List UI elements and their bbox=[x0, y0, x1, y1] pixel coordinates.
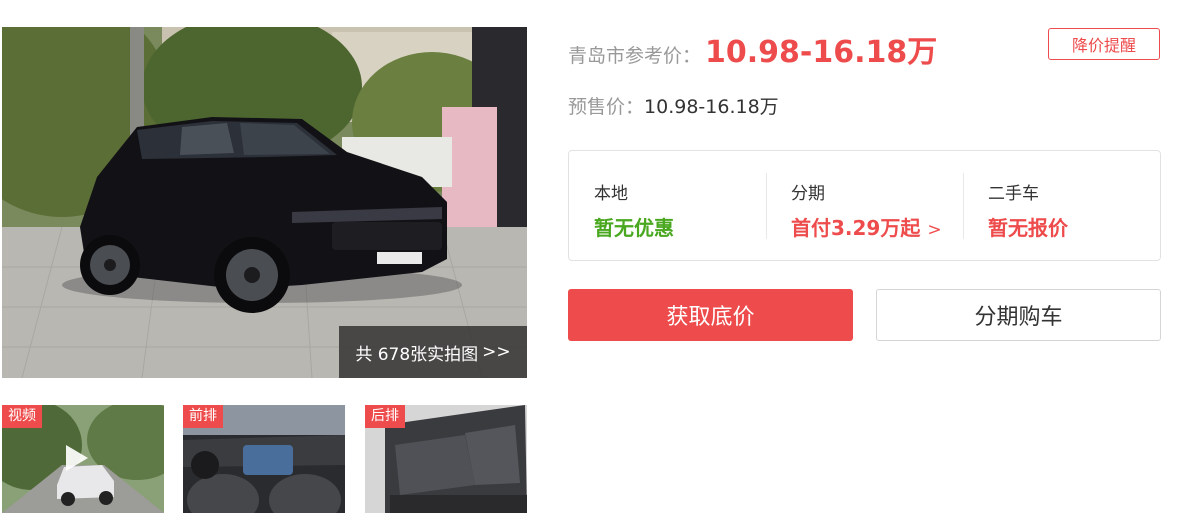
presale-price-value: 10.98-16.18万 bbox=[644, 96, 779, 118]
chevron-right-icon: > bbox=[927, 220, 942, 240]
thumbnail-front-seats[interactable]: 前排 bbox=[183, 405, 345, 513]
photo-count-link[interactable]: 共 678张实拍图 >> bbox=[339, 326, 527, 378]
offer-used-car: 二手车 暂无报价 bbox=[963, 151, 1160, 260]
thumbnail-rear-seats[interactable]: 后排 bbox=[365, 405, 527, 513]
double-chevron-right-icon: >> bbox=[482, 342, 511, 362]
offer-value-link[interactable]: 首付3.29万起 > bbox=[791, 212, 963, 241]
reference-price-label: 青岛市参考价： bbox=[568, 45, 702, 67]
offer-installment[interactable]: 分期 首付3.29万起 > bbox=[766, 151, 963, 260]
thumbnail-tag: 视频 bbox=[2, 405, 42, 428]
main-car-photo[interactable]: 共 678张实拍图 >> bbox=[2, 27, 527, 378]
reference-price-value: 10.98-16.18万 bbox=[705, 35, 938, 70]
offer-title: 二手车 bbox=[988, 184, 1039, 204]
offer-value: 暂无优惠 bbox=[594, 216, 674, 240]
play-icon[interactable] bbox=[66, 445, 88, 471]
thumbnail-video[interactable]: 视频 bbox=[2, 405, 164, 513]
thumbnail-tag: 后排 bbox=[365, 405, 405, 428]
installment-purchase-button[interactable]: 分期购车 bbox=[876, 289, 1161, 341]
get-lowest-price-button[interactable]: 获取底价 bbox=[568, 289, 853, 341]
offers-panel: 本地 暂无优惠 分期 首付3.29万起 > 二手车 暂无报价 bbox=[568, 150, 1161, 261]
price-drop-alert-button[interactable]: 降价提醒 bbox=[1048, 28, 1160, 60]
offer-title: 本地 bbox=[594, 184, 628, 204]
thumbnail-tag: 前排 bbox=[183, 405, 223, 428]
photo-count-label: 共 678张实拍图 bbox=[355, 344, 479, 365]
offer-value: 暂无报价 bbox=[988, 216, 1068, 240]
reference-price-row: 青岛市参考价： 10.98-16.18万 bbox=[568, 27, 937, 70]
offer-local: 本地 暂无优惠 bbox=[569, 151, 766, 260]
presale-price-row: 预售价：10.98-16.18万 bbox=[568, 92, 779, 119]
offer-value: 首付3.29万起 bbox=[791, 216, 921, 240]
offer-title: 分期 bbox=[791, 184, 825, 204]
presale-price-label: 预售价： bbox=[568, 96, 645, 118]
